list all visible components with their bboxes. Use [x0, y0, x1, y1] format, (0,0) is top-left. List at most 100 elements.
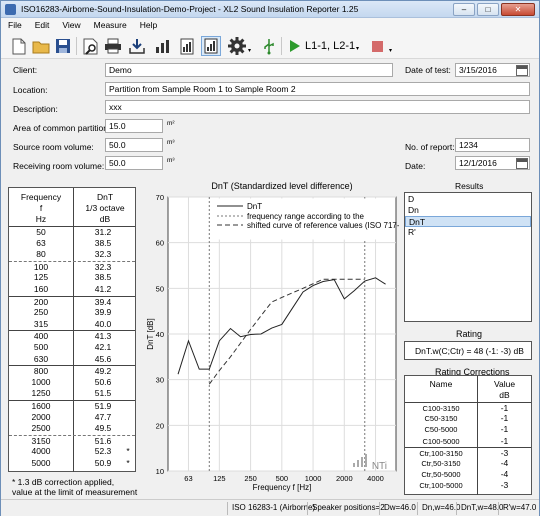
menu-help[interactable]: Help	[133, 18, 163, 33]
document-icon[interactable]	[177, 36, 197, 56]
menu-edit[interactable]: Edit	[28, 18, 56, 33]
source-volume-field[interactable]: 50.0	[105, 138, 163, 152]
report-icon[interactable]	[201, 36, 221, 56]
client-label: Client:	[13, 65, 38, 75]
correction-value: -4	[500, 457, 509, 468]
result-item[interactable]: D	[405, 194, 531, 205]
dnt-table: Frequency f Hz DnT 1/3 octave dB 50 31.2 63 38.…	[8, 187, 136, 472]
dnt-cell: 38.5	[94, 272, 112, 283]
chart-bars-icon[interactable]	[153, 36, 173, 56]
receiving-volume-unit: m³	[167, 157, 175, 164]
result-item[interactable]: R'	[405, 227, 531, 238]
y-tick-label: 30	[156, 376, 164, 385]
report-number-field[interactable]: 1234	[455, 138, 530, 152]
table-row: 5000 50.9 *	[9, 458, 135, 470]
dnt-cell: 38.5	[94, 237, 112, 248]
x-tick-label: 500	[276, 474, 289, 483]
table-row: 4000 52.3 *	[9, 446, 135, 458]
table-row: C100-5000 -1	[405, 436, 531, 447]
table-row: Ctr,50-3150 -4	[405, 458, 531, 469]
description-field[interactable]: xxx	[105, 100, 530, 114]
menu-measure[interactable]: Measure	[87, 18, 133, 33]
chart-title: DnT (Standardized level difference)	[211, 181, 352, 191]
logo-bar	[365, 454, 367, 467]
table-row: Ctr,50-5000 -4	[405, 469, 531, 480]
correction-name: Ctr,100-5000	[419, 481, 463, 491]
correction-name: C50-3150	[424, 414, 458, 424]
window-title: ISO16283-Airborne-Sound-Insulation-Demo-…	[21, 4, 359, 14]
table-row: 63 38.5	[9, 238, 135, 250]
menu-bar: File Edit View Measure Help	[1, 18, 539, 33]
table-row: C50-5000 -1	[405, 424, 531, 435]
receiving-volume-field[interactable]: 50.0	[105, 156, 163, 170]
footnote-2: value at the limit of measurement	[12, 487, 138, 497]
table-row: 80 32.3	[9, 249, 135, 261]
dnt-cell: 41.2	[94, 283, 112, 294]
close-button[interactable]: ✕	[501, 3, 535, 16]
receiving-volume-label: Receiving room volume:	[13, 161, 105, 171]
open-icon[interactable]	[31, 36, 51, 56]
table-row: 630 45.6	[9, 354, 135, 366]
legend-label: frequency range according to the	[247, 212, 365, 221]
results-title: Results	[455, 181, 484, 191]
legend-label: shifted curve of reference values (ISO 7…	[247, 221, 399, 230]
freq-cell: 63	[36, 237, 46, 248]
corrections-value-header: Value dB	[493, 379, 516, 400]
x-tick-label: 1000	[305, 474, 322, 483]
table-row: 800 49.2	[9, 365, 135, 377]
measurement-dropdown-arrow[interactable]: ▾	[356, 45, 359, 52]
settings-icon[interactable]	[227, 36, 247, 56]
measurement-selector[interactable]: L1-1, L2-1	[305, 40, 355, 52]
area-unit: m²	[167, 120, 175, 127]
y-tick-label: 70	[156, 193, 164, 202]
correction-name: Ctr,50-5000	[421, 470, 461, 480]
table-row: 1250 51.5	[9, 388, 135, 400]
new-icon[interactable]	[9, 36, 29, 56]
dnt-cell: 42.1	[94, 341, 112, 352]
client-field[interactable]: Demo	[105, 63, 393, 77]
result-item[interactable]: Dn	[405, 205, 531, 216]
location-label: Location:	[13, 85, 48, 95]
menu-file[interactable]: File	[1, 18, 28, 33]
table-row: 200 39.4	[9, 295, 135, 308]
x-tick-label: 4000	[367, 474, 384, 483]
table-row: 3150 51.6	[9, 434, 135, 447]
calendar-icon[interactable]	[516, 65, 528, 76]
results-list: D Dn DnT R'	[404, 192, 532, 322]
import-icon[interactable]	[127, 36, 147, 56]
freq-cell: 315	[33, 318, 49, 329]
status-bar: ISO 16283-1 (Airborne) Speaker positions…	[1, 499, 539, 516]
freq-cell: 1250	[31, 388, 51, 399]
freq-cell: 80	[36, 249, 46, 260]
maximize-button[interactable]: □	[477, 3, 499, 16]
area-field[interactable]: 15.0	[105, 119, 163, 133]
stop-icon[interactable]	[367, 36, 387, 56]
table-row: 50 31.2	[9, 226, 135, 238]
rating-title: Rating	[456, 329, 483, 339]
correction-value: -1	[500, 435, 509, 446]
settings-dropdown-arrow[interactable]: ▾	[248, 47, 251, 54]
source-volume-unit: m³	[167, 139, 175, 146]
correction-name: C100-5000	[422, 436, 460, 446]
location-field[interactable]: Partition from Sample Room 1 to Sample R…	[105, 82, 530, 96]
minimize-button[interactable]: –	[453, 3, 475, 16]
logo-bar	[353, 463, 355, 467]
menu-view[interactable]: View	[55, 18, 86, 33]
calendar-icon[interactable]	[516, 158, 528, 169]
correction-name: C50-5000	[424, 425, 458, 435]
play-icon[interactable]	[285, 36, 305, 56]
stop-dropdown-arrow[interactable]: ▾	[389, 47, 392, 54]
result-item[interactable]: DnT	[405, 216, 531, 227]
correction-mark: *	[126, 446, 130, 457]
usb-icon[interactable]	[259, 36, 279, 56]
save-icon[interactable]	[53, 36, 73, 56]
y-tick-label: 60	[156, 239, 164, 248]
preview-icon[interactable]	[81, 36, 101, 56]
y-tick-label: 50	[156, 284, 164, 293]
toolbar: ▾ L1-1, L2-1 ▾ ▾	[1, 33, 539, 59]
dnt-cell: 47.7	[94, 411, 112, 422]
nti-logo: NTi	[372, 461, 387, 472]
print-icon[interactable]	[103, 36, 123, 56]
y-tick-label: 20	[156, 421, 164, 430]
dnt-cell: 32.3	[94, 249, 112, 260]
